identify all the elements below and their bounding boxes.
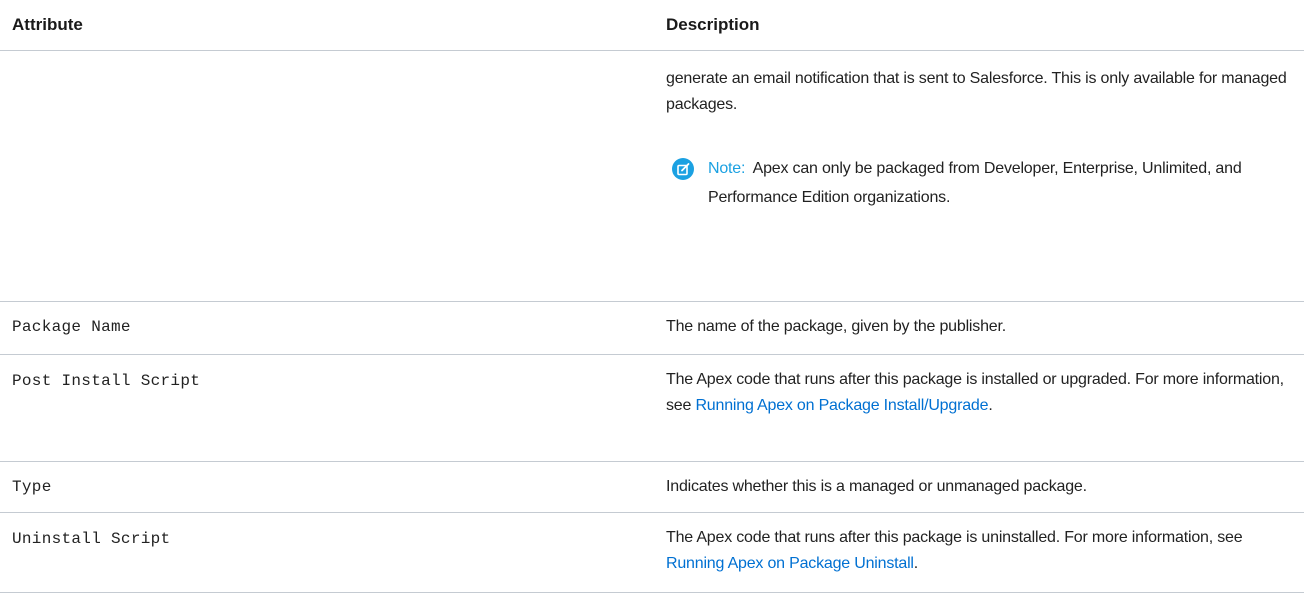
note-text: Note: Apex can only be packaged from Dev… [708, 154, 1248, 212]
attribute-cell: Type [12, 478, 52, 496]
header-attribute: Attribute [12, 15, 83, 34]
link-running-apex-uninstall[interactable]: Running Apex on Package Uninstall [666, 555, 914, 572]
description-cell: The Apex code that runs after this packa… [666, 367, 1296, 419]
header-description: Description [666, 15, 760, 34]
table-row-type: Type Indicates whether this is a managed… [0, 462, 1304, 513]
table-header: Attribute Description [0, 0, 1304, 51]
link-running-apex-install-upgrade[interactable]: Running Apex on Package Install/Upgrade [695, 397, 988, 414]
note-body: Apex can only be packaged from Developer… [708, 160, 1242, 206]
note-label: Note: [708, 160, 746, 177]
attribute-cell: Package Name [12, 318, 131, 336]
table-row-continued: generate an email notification that is s… [0, 51, 1304, 302]
attribute-cell: Uninstall Script [12, 530, 171, 548]
continued-description: generate an email notification that is s… [666, 70, 1287, 113]
description-suffix: . [913, 555, 919, 572]
description-cell: Indicates whether this is a managed or u… [666, 478, 1087, 495]
description-suffix: . [988, 397, 993, 414]
attribute-table: Attribute Description generate an email … [0, 0, 1304, 593]
table-row-post-install-script: Post Install Script The Apex code that r… [0, 355, 1304, 462]
table-row-package-name: Package Name The name of the package, gi… [0, 302, 1304, 355]
description-cell: The name of the package, given by the pu… [666, 318, 1006, 335]
attribute-cell: Post Install Script [12, 372, 201, 390]
table-row-uninstall-script: Uninstall Script The Apex code that runs… [0, 513, 1304, 593]
edit-note-icon [672, 158, 694, 180]
description-text: The Apex code that runs after this packa… [666, 529, 1243, 546]
description-cell: The Apex code that runs after this packa… [666, 525, 1296, 577]
